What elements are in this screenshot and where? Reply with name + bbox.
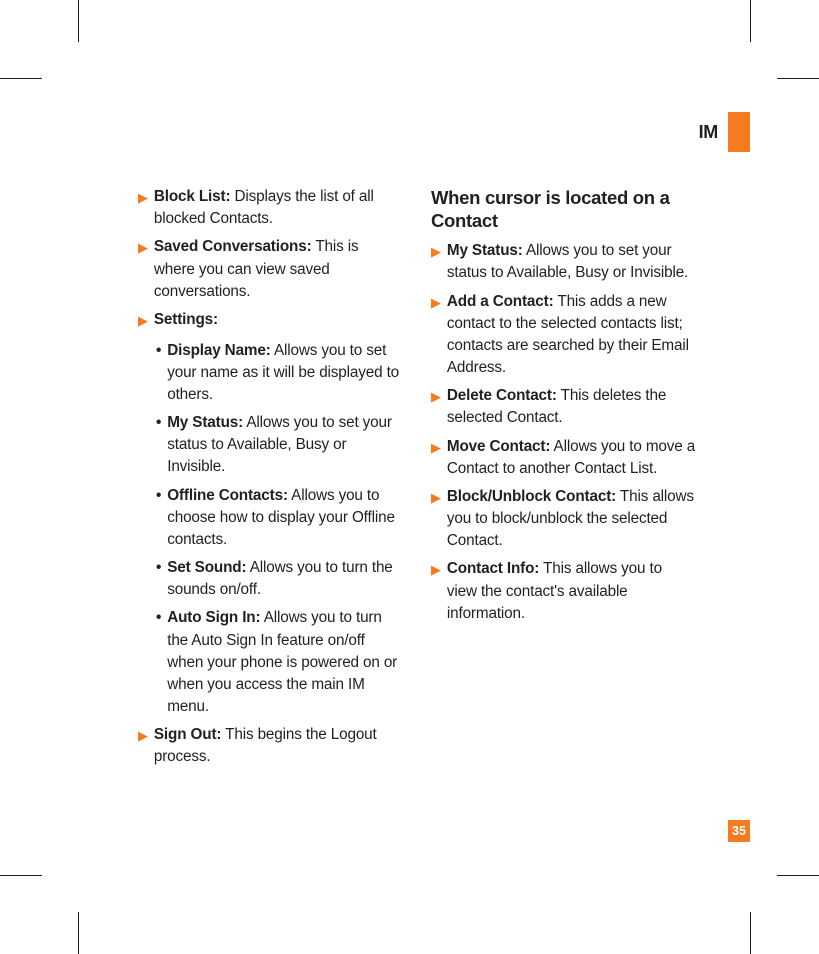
item-text: Add a Contact: This adds a new contact t…	[447, 291, 696, 380]
bullet-icon: •	[156, 485, 161, 552]
bullet-icon: •	[156, 557, 161, 601]
list-item: ▶ Block List: Displays the list of all b…	[138, 186, 403, 230]
bullet-icon: •	[156, 340, 161, 407]
item-text: My Status: Allows you to set your status…	[167, 412, 403, 479]
item-text: My Status: Allows you to set your status…	[447, 240, 696, 284]
item-text: Auto Sign In: Allows you to turn the Aut…	[167, 607, 403, 718]
list-item: ▶ Move Contact: Allows you to move a Con…	[431, 436, 696, 480]
item-text: Block List: Displays the list of all blo…	[154, 186, 403, 230]
content-columns: ▶ Block List: Displays the list of all b…	[138, 186, 750, 775]
header-accent-bar	[728, 112, 750, 152]
list-item: ▶ Block/Unblock Contact: This allows you…	[431, 486, 696, 553]
item-text: Delete Contact: This deletes the selecte…	[447, 385, 696, 429]
item-text: Offline Contacts: Allows you to choose h…	[167, 485, 403, 552]
item-text: Set Sound: Allows you to turn the sounds…	[167, 557, 403, 601]
triangle-icon: ▶	[138, 186, 148, 230]
bullet-icon: •	[156, 412, 161, 479]
item-text: Display Name: Allows you to set your nam…	[167, 340, 403, 407]
triangle-icon: ▶	[431, 385, 441, 429]
triangle-icon: ▶	[138, 309, 148, 334]
item-text: Settings:	[154, 309, 403, 334]
item-text: Sign Out: This begins the Logout process…	[154, 724, 403, 768]
list-item: ▶ Saved Conversations: This is where you…	[138, 236, 403, 303]
item-text: Contact Info: This allows you to view th…	[447, 558, 696, 625]
list-item: ▶ Sign Out: This begins the Logout proce…	[138, 724, 403, 768]
sub-list-item: • Offline Contacts: Allows you to choose…	[156, 485, 403, 552]
list-item: ▶ Settings:	[138, 309, 403, 334]
triangle-icon: ▶	[431, 240, 441, 284]
section-title: IM	[699, 122, 718, 143]
item-text: Saved Conversations: This is where you c…	[154, 236, 403, 303]
triangle-icon: ▶	[431, 558, 441, 625]
triangle-icon: ▶	[431, 436, 441, 480]
bullet-icon: •	[156, 607, 161, 718]
manual-page: IM ▶ Block List: Displays the list of al…	[78, 78, 750, 876]
item-text: Move Contact: Allows you to move a Conta…	[447, 436, 696, 480]
triangle-icon: ▶	[138, 236, 148, 303]
list-item: ▶ My Status: Allows you to set your stat…	[431, 240, 696, 284]
sub-list-item: • Set Sound: Allows you to turn the soun…	[156, 557, 403, 601]
left-column: ▶ Block List: Displays the list of all b…	[138, 186, 403, 775]
page-header: IM	[699, 112, 750, 152]
triangle-icon: ▶	[431, 486, 441, 553]
item-text: Block/Unblock Contact: This allows you t…	[447, 486, 696, 553]
sub-list-item: • Display Name: Allows you to set your n…	[156, 340, 403, 407]
list-item: ▶ Add a Contact: This adds a new contact…	[431, 291, 696, 380]
page-number: 35	[728, 820, 750, 842]
triangle-icon: ▶	[431, 291, 441, 380]
sub-list-item: • Auto Sign In: Allows you to turn the A…	[156, 607, 403, 718]
right-column: When cursor is located on a Contact ▶ My…	[431, 186, 696, 775]
column-heading: When cursor is located on a Contact	[431, 186, 696, 232]
list-item: ▶ Delete Contact: This deletes the selec…	[431, 385, 696, 429]
sub-list-item: • My Status: Allows you to set your stat…	[156, 412, 403, 479]
list-item: ▶ Contact Info: This allows you to view …	[431, 558, 696, 625]
triangle-icon: ▶	[138, 724, 148, 768]
